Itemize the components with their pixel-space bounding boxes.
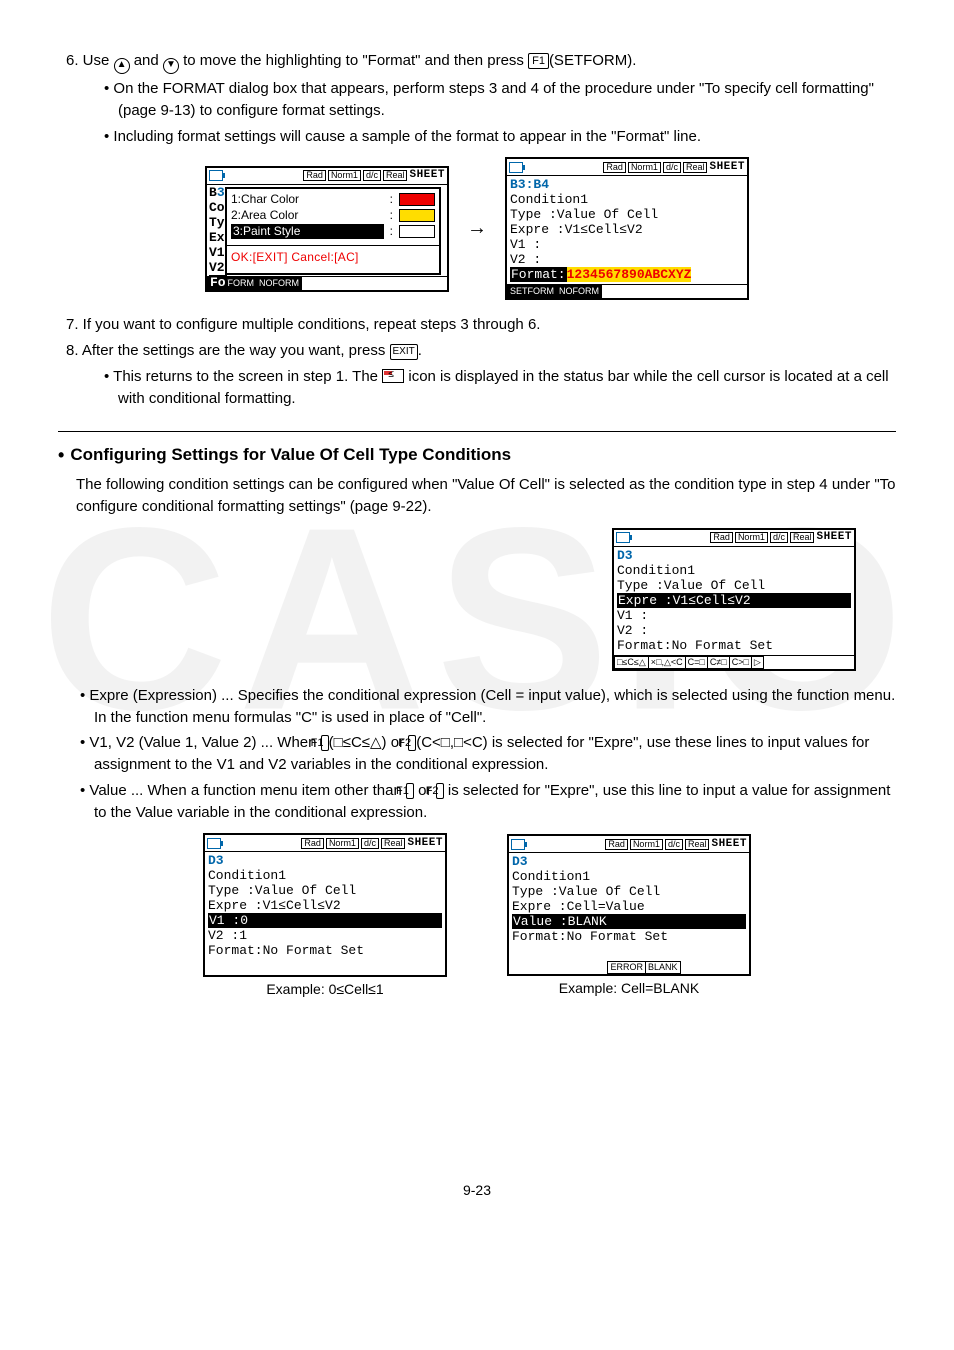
caption-right: Example: Cell=BLANK (559, 978, 699, 998)
screenshot-pair-1: Rad Norm1 d/c Real SHEET B3CoTyExV1V2Fo … (58, 157, 896, 300)
step-8: 8. After the settings are the way you wa… (66, 340, 896, 362)
page-number: 9-23 (58, 1180, 896, 1200)
calc-screen-format-dialog: Rad Norm1 d/c Real SHEET B3CoTyExV1V2Fo … (205, 166, 449, 292)
fkeys: SETFORM NOFORM (207, 276, 447, 290)
exit-key: EXIT (390, 344, 418, 360)
battery-icon (509, 162, 523, 173)
section-title: Configuring Settings for Value Of Cell T… (58, 442, 896, 468)
calc-screen-example-blank: RadNorm1d/cRealSHEET D3 Condition1 Type … (507, 834, 751, 976)
arrow-icon: → (467, 214, 487, 243)
format-dialog: 1:Char Color: 2:Area Color: 3:Paint Styl… (225, 187, 441, 275)
up-key-icon: ▲ (114, 58, 130, 74)
battery-icon (209, 170, 223, 181)
down-key-icon: ▼ (163, 58, 179, 74)
f1-key: F1 (406, 783, 414, 799)
step-6-sub1: • On the FORMAT dialog box that appears,… (104, 78, 896, 122)
calc-screen-expre-menu: RadNorm1d/cReal SHEET D3 Condition1 Type… (612, 528, 856, 671)
calc-screen-example-range: RadNorm1d/cRealSHEET D3 Condition1 Type … (203, 833, 447, 977)
f1-key: F1 (321, 735, 329, 751)
char-color-swatch (399, 193, 435, 206)
step-8-sub: • This returns to the screen in step 1. … (104, 366, 896, 410)
step-7: 7. If you want to configure multiple con… (66, 314, 896, 336)
step-6: 6. Use ▲ and ▼ to move the highlighting … (66, 50, 896, 74)
bullet-expre: • Expre (Expression) ... Specifies the c… (80, 685, 896, 729)
f1-key: F1 (528, 53, 549, 69)
left-peek-text: B3CoTyExV1V2Fo (209, 185, 227, 290)
step-6-sub2: • Including format settings will cause a… (104, 126, 896, 148)
section-divider (58, 431, 896, 432)
calc-screen-format-result: RadNorm1d/cReal SHEET B3:B4 Condition1 T… (505, 157, 749, 300)
screenshot-pair-2: RadNorm1d/cRealSHEET D3 Condition1 Type … (58, 833, 896, 999)
screenshot-sect2: RadNorm1d/cReal SHEET D3 Condition1 Type… (58, 528, 896, 671)
cond-format-icon (382, 369, 404, 383)
area-color-swatch (399, 209, 435, 222)
bullet-v1v2: • V1, V2 (Value 1, Value 2) ... When F1(… (80, 732, 896, 776)
paint-style-swatch (399, 225, 435, 238)
caption-left: Example: 0≤Cell≤1 (266, 979, 383, 999)
bullet-value: • Value ... When a function menu item ot… (80, 780, 896, 824)
section-lead: The following condition settings can be … (76, 474, 896, 518)
f2-key: F2 (436, 783, 444, 799)
